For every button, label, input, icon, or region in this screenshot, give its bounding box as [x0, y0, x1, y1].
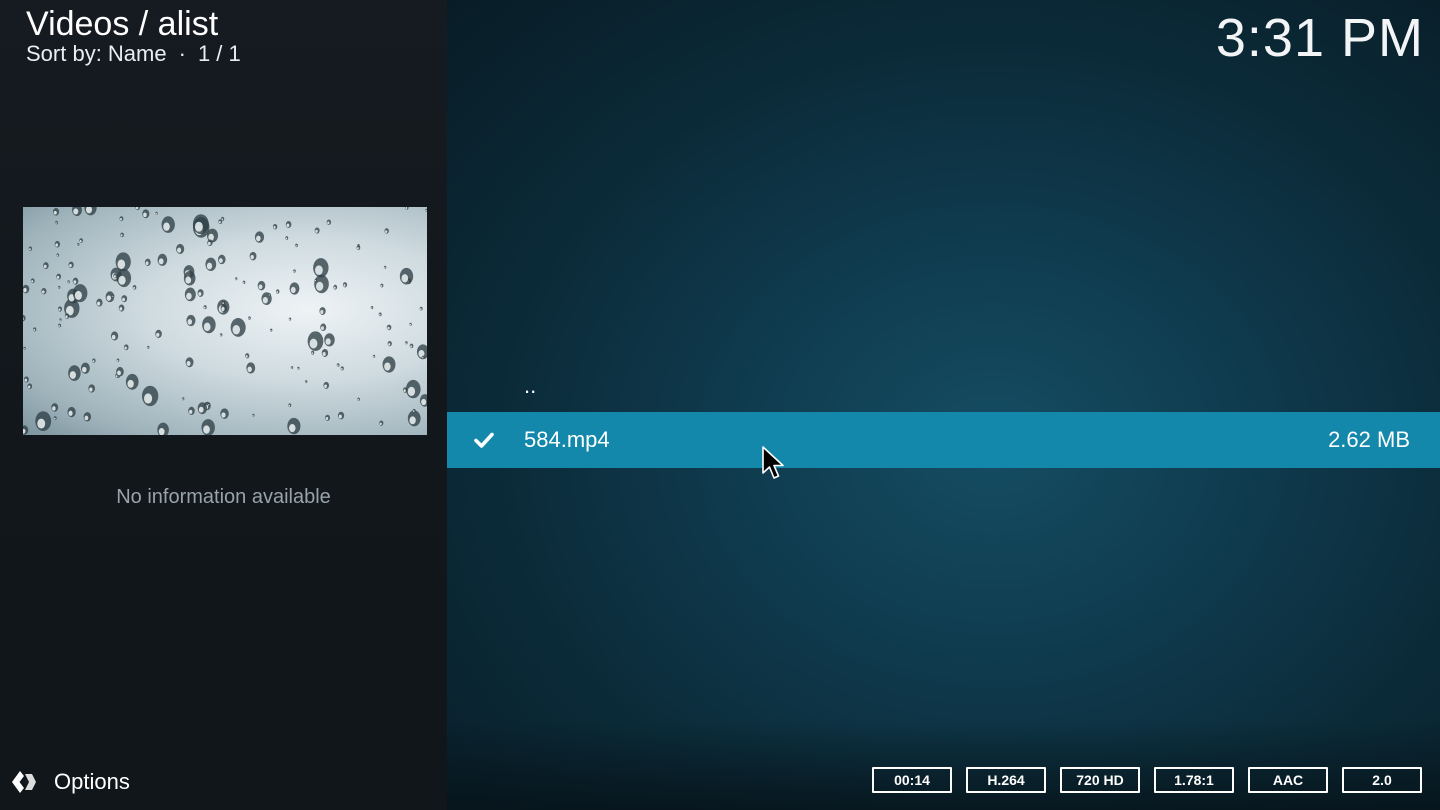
options-button[interactable]: Options — [10, 766, 130, 798]
list-item-size: 2.62 MB — [1328, 427, 1410, 452]
media-flags: 00:14 H.264 720 HD 1.78:1 AAC 2.0 — [872, 767, 1422, 793]
separator: · — [178, 41, 186, 66]
kodi-screen: Videos / alist Sort by: Name · 1 / 1 No in… — [0, 0, 1440, 810]
watched-check-icon — [474, 432, 494, 448]
sort-status[interactable]: Sort by: Name · 1 / 1 — [26, 40, 241, 68]
flag-audio-channels: 2.0 — [1342, 767, 1422, 793]
video-thumbnail — [23, 207, 427, 435]
flag-video-codec: H.264 — [966, 767, 1046, 793]
rain-drops-thumbnail — [23, 207, 427, 435]
list-item-name: .. — [524, 373, 537, 398]
flag-aspect-ratio: 1.78:1 — [1154, 767, 1234, 793]
flag-audio-codec: AAC — [1248, 767, 1328, 793]
info-panel: Videos / alist Sort by: Name · 1 / 1 No in… — [0, 0, 447, 810]
breadcrumb: Videos / alist — [26, 5, 219, 43]
flag-resolution: 720 HD — [1060, 767, 1140, 793]
no-info-text: No information available — [116, 486, 331, 508]
options-label: Options — [54, 769, 130, 794]
flag-duration: 00:14 — [872, 767, 952, 793]
file-list: .. 584.mp4 2.62 MB — [447, 360, 1440, 468]
options-icon — [12, 771, 36, 793]
page-count: 1 / 1 — [197, 41, 241, 66]
list-item-name: 584.mp4 — [524, 427, 610, 452]
sort-label: Sort by: Name — [26, 41, 167, 66]
mouse-cursor-icon — [762, 446, 784, 479]
list-item-parent-folder[interactable]: .. — [447, 360, 1440, 412]
list-item-584-mp4[interactable]: 584.mp4 2.62 MB — [447, 412, 1440, 468]
clock: 3:31 PM — [1215, 8, 1424, 68]
